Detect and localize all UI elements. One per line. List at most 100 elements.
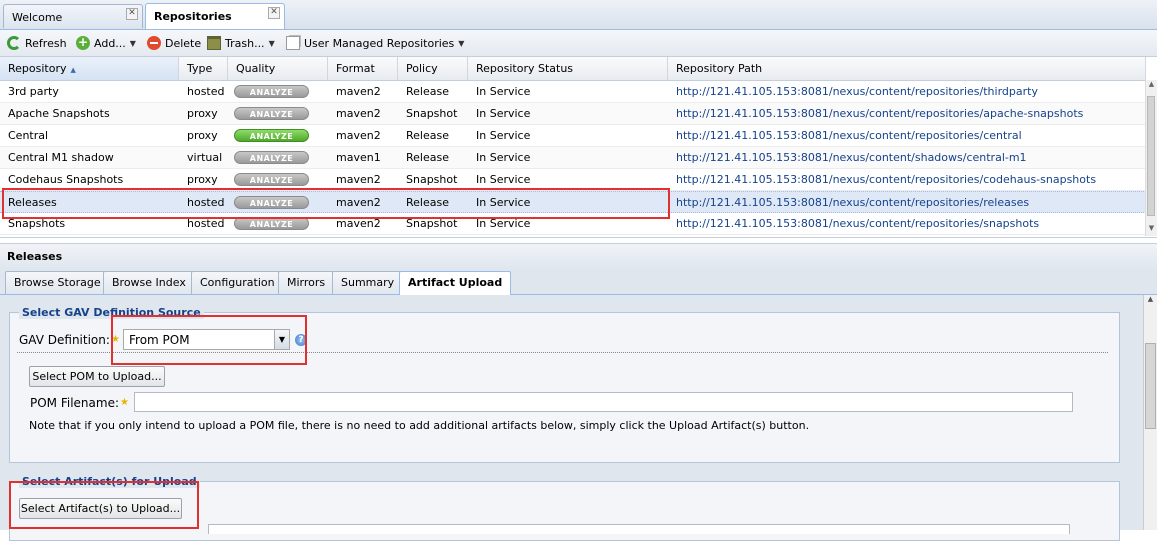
table-row[interactable]: Apache Snapshots proxy ANALYZE maven2 Snapsh… [0, 103, 1146, 125]
path-cell: http://121.41.105.153:8081/nexus/content… [676, 173, 1097, 186]
form-scrollbar[interactable]: ▲ [1143, 295, 1157, 530]
gav-section-legend: Select GAV Definition Source [19, 306, 204, 319]
column-header-repository-path[interactable]: Repository Path [668, 57, 1146, 80]
scrollbar-thumb[interactable] [1147, 96, 1155, 216]
status-cell: In Service [476, 107, 531, 120]
table-row[interactable]: Releases hosted ANALYZE maven2 Release In Ser… [0, 191, 1146, 213]
column-header-label: Policy [406, 62, 438, 75]
table-row[interactable]: Snapshots hosted ANALYZE maven2 Snapshot In S… [0, 213, 1146, 235]
policy-cell: Snapshot [406, 107, 458, 120]
type-cell: proxy [187, 173, 218, 186]
analyze-button[interactable]: ANALYZE [234, 129, 309, 142]
status-cell: In Service [476, 151, 531, 164]
gav-definition-value: From POM [129, 333, 190, 347]
column-header-label: Repository Path [676, 62, 763, 75]
analyze-button[interactable]: ANALYZE [234, 85, 309, 98]
required-star-icon: ★ [120, 397, 129, 408]
close-icon[interactable]: ✕ [126, 8, 138, 20]
status-cell: In Service [476, 217, 531, 230]
quality-cell: ANALYZE [228, 192, 328, 213]
user-managed-label: User Managed Repositories [304, 36, 455, 50]
format-cell: maven2 [336, 85, 381, 98]
tab-repositories[interactable]: Repositories ✕ [145, 3, 285, 29]
detail-tab-bar: Browse Storage Browse Index Configuratio… [0, 269, 1157, 295]
column-header-repository-status[interactable]: Repository Status [468, 57, 668, 80]
close-icon[interactable]: ✕ [268, 7, 280, 19]
tab-browse-storage[interactable]: Browse Storage [5, 271, 110, 294]
analyze-button[interactable]: ANALYZE [234, 217, 309, 230]
table-row[interactable]: Central M1 shadow virtual ANALYZE maven1 Rel… [0, 147, 1146, 169]
repository-name-cell: Releases [8, 196, 57, 209]
column-header-quality[interactable]: Quality [228, 57, 328, 80]
table-row[interactable]: 3rd party hosted ANALYZE maven2 Release In Se… [0, 81, 1146, 103]
select-pom-button[interactable]: Select POM to Upload... [29, 366, 165, 387]
analyze-button[interactable]: ANALYZE [234, 196, 309, 209]
tab-summary[interactable]: Summary [332, 271, 404, 294]
add-button[interactable]: + Add... ▼ [76, 35, 136, 51]
status-cell: In Service [476, 85, 531, 98]
analyze-button[interactable]: ANALYZE [234, 107, 309, 120]
add-label: Add... [94, 36, 126, 50]
type-cell: proxy [187, 129, 218, 142]
chevron-down-icon: ▼ [458, 38, 465, 48]
refresh-button[interactable]: Refresh [7, 35, 67, 51]
column-header-label: Repository [8, 62, 67, 75]
analyze-button[interactable]: ANALYZE [234, 173, 309, 186]
divider [17, 352, 1108, 353]
path-cell: http://121.41.105.153:8081/nexus/content… [676, 107, 1084, 120]
main-tab-bar: Welcome ✕ Repositories ✕ [0, 0, 1157, 30]
path-cell: http://121.41.105.153:8081/nexus/content… [676, 85, 1038, 98]
column-header-label: Quality [236, 62, 276, 75]
artifact-section-legend: Select Artifact(s) for Upload [19, 475, 200, 488]
pom-filename-label: POM Filename: [30, 396, 120, 410]
scroll-up-icon[interactable]: ▲ [1144, 295, 1157, 309]
column-header-format[interactable]: Format [328, 57, 398, 80]
scroll-down-icon[interactable]: ▼ [1146, 224, 1157, 236]
column-header-type[interactable]: Type [179, 57, 228, 80]
detail-panel-header: Releases [0, 243, 1157, 270]
refresh-icon [7, 36, 21, 50]
repository-name-cell: Central M1 shadow [8, 151, 114, 164]
select-artifacts-button[interactable]: Select Artifact(s) to Upload... [19, 498, 182, 519]
column-header-label: Repository Status [476, 62, 574, 75]
gav-definition-select[interactable]: From POM ▼ [123, 329, 290, 350]
delete-button[interactable]: Delete [147, 35, 201, 51]
help-icon[interactable]: ? [295, 334, 307, 346]
user-managed-repositories-menu[interactable]: User Managed Repositories ▼ [286, 35, 464, 51]
path-cell: http://121.41.105.153:8081/nexus/content… [676, 217, 1040, 230]
trash-button[interactable]: Trash... ▼ [207, 35, 275, 51]
repositories-toolbar: Refresh + Add... ▼ Delete Trash... ▼ Use… [0, 30, 1157, 57]
plus-icon: + [76, 35, 90, 50]
policy-cell: Snapshot [406, 217, 458, 230]
pom-upload-note: Note that if you only intend to upload a… [29, 419, 810, 432]
tab-configuration[interactable]: Configuration [191, 271, 284, 294]
grid-scrollbar[interactable]: ▲ ▼ [1145, 80, 1157, 236]
required-star-icon: ★ [111, 334, 120, 345]
table-row[interactable]: Codehaus Snapshots proxy ANALYZE maven2 Snap… [0, 169, 1146, 191]
tab-browse-index[interactable]: Browse Index [103, 271, 195, 294]
repository-name-cell: Apache Snapshots [8, 107, 110, 120]
scrollbar-thumb[interactable] [1145, 343, 1156, 429]
format-cell: maven2 [336, 173, 381, 186]
tab-mirrors[interactable]: Mirrors [278, 271, 335, 294]
tab-artifact-upload[interactable]: Artifact Upload [399, 271, 512, 295]
policy-cell: Release [406, 85, 449, 98]
repository-name-cell: 3rd party [8, 85, 59, 98]
tab-welcome-label: Welcome [12, 11, 63, 24]
delete-icon [147, 36, 161, 50]
tab-welcome[interactable]: Welcome ✕ [3, 4, 143, 28]
chevron-down-icon: ▼ [129, 38, 136, 48]
pom-filename-input[interactable] [134, 392, 1073, 412]
scroll-up-icon[interactable]: ▲ [1146, 80, 1157, 92]
type-cell: virtual [187, 151, 223, 164]
column-header-policy[interactable]: Policy [398, 57, 468, 80]
analyze-button[interactable]: ANALYZE [234, 151, 309, 164]
artifact-upload-form: Select GAV Definition Source GAV Definit… [0, 295, 1157, 541]
chevron-down-icon[interactable]: ▼ [274, 330, 289, 349]
column-header-repository[interactable]: Repository ▲ [0, 57, 179, 80]
refresh-label: Refresh [25, 36, 67, 50]
quality-cell: ANALYZE [228, 125, 328, 146]
type-cell: hosted [187, 217, 225, 230]
table-row[interactable]: Central proxy ANALYZE maven2 Release In Servi… [0, 125, 1146, 147]
artifacts-list [208, 524, 1070, 534]
